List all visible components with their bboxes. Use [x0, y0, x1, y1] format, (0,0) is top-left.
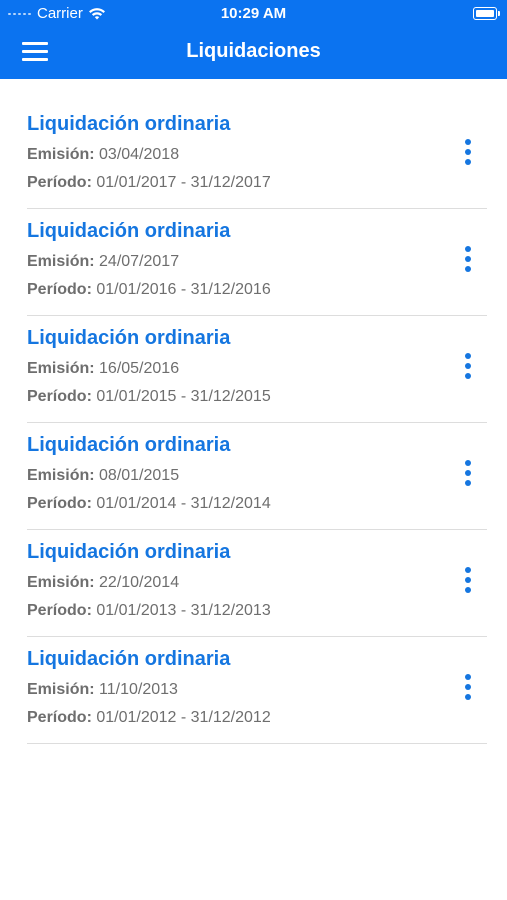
emision-label: Emisión:: [27, 146, 95, 163]
emision-value: 03/04/2018: [99, 146, 180, 163]
item-periodo: Período: 01/01/2015 - 31/12/2015: [27, 388, 271, 406]
item-periodo: Período: 01/01/2016 - 31/12/2016: [27, 281, 271, 299]
list-item[interactable]: Liquidación ordinaria Emisión: 22/10/201…: [27, 530, 487, 637]
item-title: Liquidación ordinaria: [27, 541, 231, 563]
item-emision: Emisión: 16/05/2016: [27, 360, 179, 378]
more-options-icon[interactable]: [463, 246, 473, 272]
item-periodo: Período: 01/01/2013 - 31/12/2013: [27, 602, 271, 620]
item-title: Liquidación ordinaria: [27, 327, 231, 349]
item-title: Liquidación ordinaria: [27, 220, 231, 242]
periodo-label: Período:: [27, 388, 92, 405]
item-title: Liquidación ordinaria: [27, 648, 231, 670]
emision-label: Emisión:: [27, 467, 95, 484]
item-emision: Emisión: 08/01/2015: [27, 467, 179, 485]
list-item[interactable]: Liquidación ordinaria Emisión: 08/01/201…: [27, 423, 487, 530]
emision-value: 22/10/2014: [99, 574, 180, 591]
emision-label: Emisión:: [27, 360, 95, 377]
emision-label: Emisión:: [27, 681, 95, 698]
item-emision: Emisión: 22/10/2014: [27, 574, 179, 592]
periodo-value: 01/01/2017 - 31/12/2017: [96, 174, 271, 191]
battery-icon: [473, 7, 500, 20]
emision-value: 11/10/2013: [99, 681, 178, 698]
periodo-value: 01/01/2015 - 31/12/2015: [96, 388, 271, 405]
periodo-value: 01/01/2014 - 31/12/2014: [96, 495, 271, 512]
page-title: Liquidaciones: [186, 40, 321, 62]
item-emision: Emisión: 11/10/2013: [27, 681, 178, 699]
more-options-icon[interactable]: [463, 567, 473, 593]
emision-label: Emisión:: [27, 253, 95, 270]
item-periodo: Período: 01/01/2012 - 31/12/2012: [27, 709, 271, 727]
app-header: Carrier 10:29 AM Liquidaciones: [0, 0, 507, 79]
item-title: Liquidación ordinaria: [27, 113, 231, 135]
periodo-label: Período:: [27, 709, 92, 726]
status-time: 10:29 AM: [220, 5, 287, 22]
liquidaciones-list: Liquidación ordinaria Emisión: 03/04/201…: [0, 102, 507, 744]
list-item[interactable]: Liquidación ordinaria Emisión: 11/10/201…: [27, 637, 487, 744]
more-options-icon[interactable]: [463, 674, 473, 700]
item-emision: Emisión: 03/04/2018: [27, 146, 179, 164]
item-periodo: Período: 01/01/2014 - 31/12/2014: [27, 495, 271, 513]
emision-value: 24/07/2017: [99, 253, 180, 270]
more-options-icon[interactable]: [463, 139, 473, 165]
emision-value: 16/05/2016: [99, 360, 180, 377]
periodo-label: Período:: [27, 174, 92, 191]
list-item[interactable]: Liquidación ordinaria Emisión: 16/05/201…: [27, 316, 487, 423]
list-item[interactable]: Liquidación ordinaria Emisión: 03/04/201…: [27, 102, 487, 209]
periodo-label: Período:: [27, 495, 92, 512]
periodo-value: 01/01/2013 - 31/12/2013: [96, 602, 271, 619]
more-options-icon[interactable]: [463, 353, 473, 379]
periodo-label: Período:: [27, 602, 92, 619]
emision-label: Emisión:: [27, 574, 95, 591]
more-options-icon[interactable]: [463, 460, 473, 486]
periodo-label: Período:: [27, 281, 92, 298]
periodo-value: 01/01/2016 - 31/12/2016: [96, 281, 271, 298]
item-periodo: Período: 01/01/2017 - 31/12/2017: [27, 174, 271, 192]
item-title: Liquidación ordinaria: [27, 434, 231, 456]
list-item[interactable]: Liquidación ordinaria Emisión: 24/07/201…: [27, 209, 487, 316]
status-bar: Carrier 10:29 AM: [0, 0, 507, 26]
periodo-value: 01/01/2012 - 31/12/2012: [96, 709, 271, 726]
emision-value: 08/01/2015: [99, 467, 180, 484]
item-emision: Emisión: 24/07/2017: [27, 253, 179, 271]
